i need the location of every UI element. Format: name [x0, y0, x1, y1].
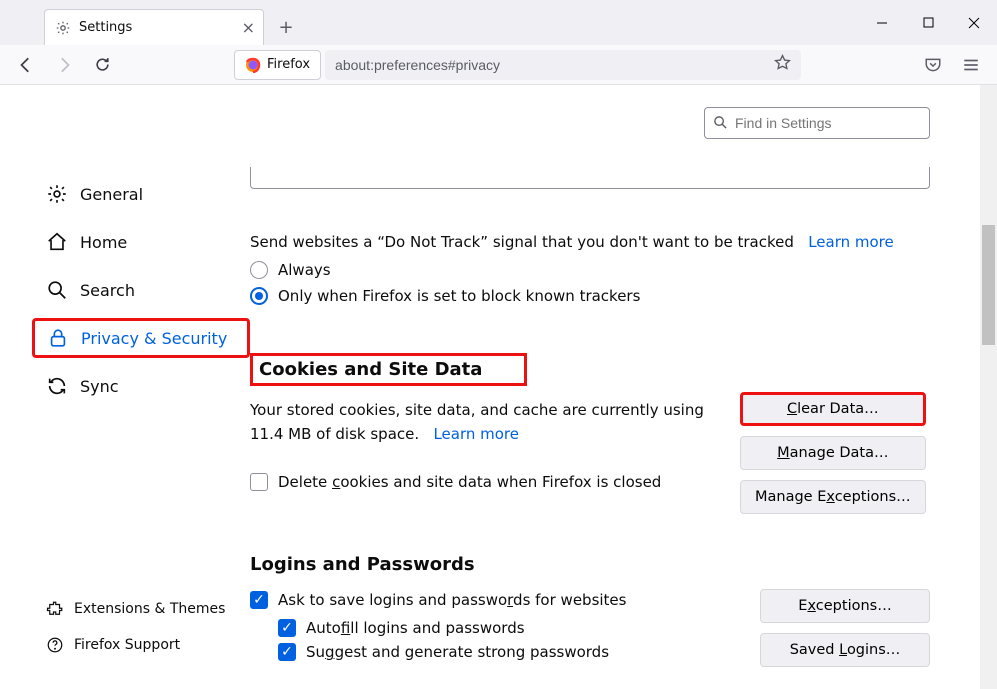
sidebar-item-label: General [80, 185, 143, 204]
truncated-section-above [250, 167, 930, 189]
tab-title: Settings [79, 20, 132, 35]
sidebar-item-home[interactable]: Home [42, 222, 250, 262]
minimize-button[interactable] [859, 0, 905, 45]
sidebar-item-sync[interactable]: Sync [42, 366, 250, 406]
manage-exceptions-button[interactable]: Manage Exceptions… [740, 480, 926, 514]
firefox-logo-icon [245, 57, 261, 73]
cookies-learn-more-link[interactable]: Learn more [433, 425, 519, 443]
ask-save-logins-checkbox[interactable]: Ask to save logins and passwords for web… [250, 591, 740, 609]
suggest-passwords-checkbox[interactable]: Suggest and generate strong passwords [278, 643, 740, 661]
sidebar-item-extensions[interactable]: Extensions & Themes [42, 593, 250, 625]
identity-box[interactable]: Firefox [234, 50, 321, 80]
radio-label: Only when Firefox is set to block known … [278, 287, 640, 305]
bookmark-star-icon[interactable] [774, 54, 791, 75]
lock-icon [47, 327, 69, 349]
settings-content: Send websites a “Do Not Track” signal th… [250, 85, 980, 689]
dnt-learn-more-link[interactable]: Learn more [808, 233, 894, 251]
saved-logins-button[interactable]: Saved Logins… [760, 633, 930, 667]
radio-icon [250, 261, 268, 279]
url-input[interactable] [325, 50, 801, 80]
cookies-section-title: Cookies and Site Data [250, 353, 527, 386]
checkbox-icon [250, 473, 268, 491]
scrollbar-thumb[interactable] [982, 225, 995, 345]
search-icon [713, 115, 728, 134]
navbar: Firefox [0, 45, 997, 85]
checkbox-label: Delete cookies and site data when Firefo… [278, 470, 661, 494]
autofill-checkbox[interactable]: Autofill logins and passwords [278, 619, 740, 637]
sidebar-item-privacy[interactable]: Privacy & Security [32, 318, 250, 358]
identity-label: Firefox [267, 57, 310, 72]
sidebar-item-support[interactable]: Firefox Support [42, 629, 250, 661]
back-button[interactable] [10, 49, 42, 81]
new-tab-button[interactable]: + [272, 13, 300, 41]
radio-label: Always [278, 261, 331, 279]
radio-icon [250, 287, 268, 305]
sidebar-item-label: Privacy & Security [81, 329, 227, 348]
category-sidebar: General Home Search Privacy & Security S… [0, 85, 250, 689]
dnt-always-radio[interactable]: Always [250, 261, 930, 279]
reload-button[interactable] [86, 49, 118, 81]
checkbox-label: Autofill logins and passwords [306, 619, 525, 637]
gear-icon [55, 20, 71, 36]
logins-exceptions-button[interactable]: Exceptions… [760, 589, 930, 623]
puzzle-icon [46, 600, 64, 618]
checkbox-label: Ask to save logins and passwords for web… [278, 591, 626, 609]
dnt-known-trackers-radio[interactable]: Only when Firefox is set to block known … [250, 287, 930, 305]
checkbox-icon [278, 619, 296, 637]
forward-button[interactable] [48, 49, 80, 81]
sidebar-item-label: Search [80, 281, 135, 300]
help-icon [46, 636, 64, 654]
manage-data-button[interactable]: Manage Data… [740, 436, 926, 470]
browser-tab[interactable]: Settings × [44, 9, 264, 45]
close-tab-icon[interactable]: × [242, 18, 255, 37]
vertical-scrollbar[interactable] [980, 85, 997, 689]
sidebar-item-search[interactable]: Search [42, 270, 250, 310]
close-window-button[interactable] [951, 0, 997, 45]
window-controls [859, 0, 997, 45]
search-icon [46, 279, 68, 301]
find-in-settings [704, 107, 930, 139]
sidebar-item-label: Home [80, 233, 127, 252]
gear-icon [46, 183, 68, 205]
find-input[interactable] [704, 107, 930, 139]
sidebar-item-label: Sync [80, 377, 119, 396]
delete-on-close-checkbox[interactable]: Delete cookies and site data when Firefo… [250, 470, 720, 494]
checkbox-icon [250, 591, 268, 609]
dnt-description: Send websites a “Do Not Track” signal th… [250, 233, 930, 251]
urlbar-container: Firefox [234, 50, 801, 80]
maximize-button[interactable] [905, 0, 951, 45]
titlebar: Settings × + [0, 0, 997, 45]
checkbox-label: Suggest and generate strong passwords [306, 643, 609, 661]
sidebar-item-label: Firefox Support [74, 637, 180, 653]
sync-icon [46, 375, 68, 397]
sidebar-item-label: Extensions & Themes [74, 601, 225, 617]
sidebar-item-general[interactable]: General [42, 174, 250, 214]
app-menu-button[interactable] [955, 49, 987, 81]
cookies-usage-text: Your stored cookies, site data, and cach… [250, 398, 720, 504]
logins-section-title: Logins and Passwords [250, 554, 475, 575]
pocket-button[interactable] [917, 49, 949, 81]
clear-data-button[interactable]: Clear Data… [740, 392, 926, 426]
home-icon [46, 231, 68, 253]
checkbox-icon [278, 643, 296, 661]
